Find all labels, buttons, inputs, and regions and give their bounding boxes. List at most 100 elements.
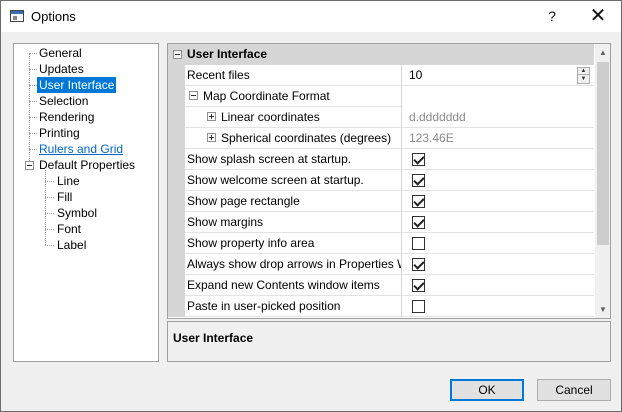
- table-row[interactable]: Show property info area: [168, 233, 594, 254]
- collapse-icon[interactable]: [189, 91, 198, 100]
- tree-line: [45, 197, 54, 198]
- row-gutter: [168, 275, 185, 296]
- row-gutter: [168, 128, 185, 149]
- row-gutter: [168, 254, 185, 275]
- title-bar: Options ? ✕: [1, 1, 621, 32]
- tree-item-general[interactable]: General: [37, 45, 84, 61]
- tree-line: [45, 229, 54, 230]
- property-name: Spherical coordinates (degrees): [221, 131, 392, 145]
- tree-item-user-interface[interactable]: User Interface: [37, 77, 117, 93]
- tree-item-selection[interactable]: Selection: [37, 93, 90, 109]
- property-group[interactable]: Map Coordinate Format: [185, 86, 402, 107]
- tree-line: [45, 213, 54, 214]
- tree-item-fill[interactable]: Fill: [55, 189, 74, 205]
- tree-line: [29, 133, 37, 134]
- row-gutter: [168, 149, 185, 170]
- cancel-button[interactable]: Cancel: [537, 379, 611, 401]
- tree-line: [29, 117, 37, 118]
- scroll-down-icon[interactable]: ▼: [595, 301, 610, 318]
- property-name: Show property info area: [185, 233, 402, 254]
- property-value: [403, 212, 594, 233]
- tree-item-label[interactable]: Label: [55, 237, 88, 253]
- property-value: [403, 170, 594, 191]
- property-info-checkbox[interactable]: [412, 237, 425, 250]
- splash-screen-checkbox[interactable]: [412, 153, 425, 166]
- expand-contents-checkbox[interactable]: [412, 279, 425, 292]
- property-name: Paste in user-picked position: [185, 296, 402, 317]
- table-row[interactable]: Show splash screen at startup.: [168, 149, 594, 170]
- tree-item-rulers-and-grid[interactable]: Rulers and Grid: [37, 141, 125, 157]
- ok-button[interactable]: OK: [450, 379, 524, 401]
- tree-item-rendering[interactable]: Rendering: [37, 109, 96, 125]
- property-name: Show margins: [185, 212, 402, 233]
- drop-arrows-checkbox[interactable]: [412, 258, 425, 271]
- property-name: Expand new Contents window items: [185, 275, 402, 296]
- tree-line: [45, 245, 54, 246]
- description-title: User Interface: [173, 331, 254, 345]
- property-name: Show page rectangle: [185, 191, 402, 212]
- window-title: Options: [31, 9, 76, 24]
- welcome-screen-checkbox[interactable]: [412, 174, 425, 187]
- property-name: Recent files: [185, 65, 402, 86]
- tree-line: [45, 181, 54, 182]
- table-row[interactable]: Linear coordinates d.ddddddd: [168, 107, 594, 128]
- property-value: 123.46E: [409, 131, 454, 145]
- tree-item-updates[interactable]: Updates: [37, 61, 86, 77]
- help-button[interactable]: ?: [529, 1, 575, 32]
- margins-checkbox[interactable]: [412, 216, 425, 229]
- property-group[interactable]: Linear coordinates: [185, 107, 402, 128]
- tree-item-printing[interactable]: Printing: [37, 125, 82, 141]
- property-grid[interactable]: User Interface Recent files 10 ▲ ▼ Map C…: [167, 43, 611, 319]
- row-gutter: [168, 65, 185, 86]
- property-name: Map Coordinate Format: [203, 89, 330, 103]
- vertical-scrollbar[interactable]: ▲ ▼: [595, 44, 610, 318]
- spin-down-icon[interactable]: ▼: [578, 76, 589, 83]
- category-header[interactable]: User Interface: [168, 44, 594, 65]
- expand-icon[interactable]: [207, 133, 216, 142]
- row-gutter: [168, 191, 185, 212]
- table-row[interactable]: Map Coordinate Format: [168, 86, 594, 107]
- property-value: [403, 296, 594, 317]
- scroll-up-icon[interactable]: ▲: [595, 44, 610, 61]
- property-name: Show splash screen at startup.: [185, 149, 402, 170]
- property-name: Show welcome screen at startup.: [185, 170, 402, 191]
- row-gutter: [168, 86, 185, 107]
- table-row[interactable]: Always show drop arrows in Properties Wi…: [168, 254, 594, 275]
- page-rectangle-checkbox[interactable]: [412, 195, 425, 208]
- property-group[interactable]: Spherical coordinates (degrees): [185, 128, 402, 149]
- table-row[interactable]: Spherical coordinates (degrees) 123.46E: [168, 128, 594, 149]
- tree-item-font[interactable]: Font: [55, 221, 83, 237]
- table-row[interactable]: Paste in user-picked position: [168, 296, 594, 317]
- tree-item-symbol[interactable]: Symbol: [55, 205, 99, 221]
- recent-files-stepper[interactable]: ▲ ▼: [577, 67, 590, 84]
- tree-item-default-properties[interactable]: Default Properties: [37, 157, 137, 173]
- recent-files-value[interactable]: 10 ▲ ▼: [403, 65, 594, 86]
- expand-icon[interactable]: [207, 112, 216, 121]
- table-row[interactable]: Show welcome screen at startup.: [168, 170, 594, 191]
- category-label: User Interface: [187, 47, 268, 61]
- collapse-icon[interactable]: [25, 161, 34, 170]
- paste-position-checkbox[interactable]: [412, 300, 425, 313]
- property-value: [403, 191, 594, 212]
- table-row[interactable]: Recent files 10 ▲ ▼: [168, 65, 594, 86]
- options-tree[interactable]: General Updates User Interface Selection…: [13, 43, 159, 362]
- property-name: Linear coordinates: [221, 110, 320, 124]
- row-gutter: [168, 233, 185, 254]
- tree-line: [29, 149, 37, 150]
- table-row[interactable]: Expand new Contents window items: [168, 275, 594, 296]
- table-row[interactable]: Show margins: [168, 212, 594, 233]
- collapse-icon[interactable]: [173, 50, 182, 59]
- options-dialog: Options ? ✕ General Updates User Interfa…: [0, 0, 622, 412]
- property-value: [403, 86, 594, 107]
- tree-item-line[interactable]: Line: [55, 173, 82, 189]
- description-panel: User Interface: [167, 321, 611, 362]
- app-icon: [10, 10, 24, 22]
- tree-line: [29, 101, 37, 102]
- property-value: [403, 275, 594, 296]
- recent-files-input[interactable]: 10: [409, 68, 422, 82]
- scroll-thumb[interactable]: [597, 62, 609, 245]
- table-row[interactable]: Show page rectangle: [168, 191, 594, 212]
- property-value: [403, 254, 594, 275]
- close-button[interactable]: ✕: [575, 1, 621, 32]
- spin-up-icon[interactable]: ▲: [578, 68, 589, 75]
